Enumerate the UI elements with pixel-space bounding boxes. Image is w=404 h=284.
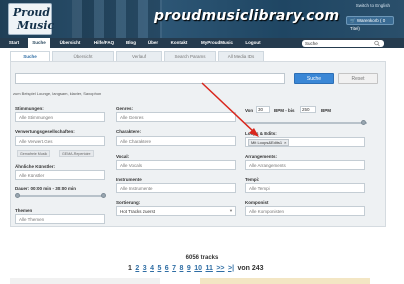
arrangements-field[interactable]: Alle Arrangements: [245, 160, 365, 170]
header-photo-collage: [72, 0, 162, 38]
bpm-from-input[interactable]: 30: [256, 106, 270, 113]
tab-verlauf[interactable]: Verlauf: [116, 51, 162, 61]
instrumente-label: Instrumente: [116, 177, 142, 182]
page-link-3[interactable]: 3: [143, 265, 147, 272]
logo-line2: Music: [17, 19, 55, 32]
track-count: 6056 tracks: [185, 255, 219, 261]
footer-strip-right: [200, 278, 370, 284]
tempi-field[interactable]: Alle Tempi: [245, 183, 365, 193]
sortierung-label: Sortierung:: [116, 200, 141, 205]
nav-item-start[interactable]: Start: [3, 38, 25, 48]
bpm-slider[interactable]: [245, 122, 367, 124]
bpm-unit-label: BPM: [321, 108, 331, 113]
close-icon[interactable]: ×: [284, 140, 286, 145]
komponist-label: Komponist: [245, 200, 269, 205]
tab-search-params[interactable]: Search Params: [164, 51, 216, 61]
loops-tag-label: Mit Loops&Edits1: [251, 140, 283, 145]
themen-field[interactable]: Alle Themen: [15, 214, 105, 224]
sortierung-select[interactable]: Hot Tracks zuerst: [116, 206, 236, 216]
page-next-link[interactable]: >>: [216, 265, 224, 272]
page-link-8[interactable]: 8: [180, 265, 184, 272]
search-example-hint: zum Beispiel Lounge, langsam, klavier, S…: [13, 91, 102, 96]
page-last-link[interactable]: >|: [228, 265, 234, 272]
nav-item-suche[interactable]: Suche: [28, 38, 50, 48]
page-link-6[interactable]: 6: [165, 265, 169, 272]
magnifier-icon[interactable]: [373, 40, 381, 47]
bpm-von-label: Von: [245, 108, 254, 113]
charaktere-field[interactable]: Alle Charaktere: [116, 136, 236, 146]
site-name: proudmusiclibrary.com: [154, 8, 340, 24]
nav-item-kontakt[interactable]: Kontakt: [166, 38, 192, 48]
komponist-field[interactable]: Alle Komponisten: [245, 206, 365, 216]
page-link-5[interactable]: 5: [157, 265, 161, 272]
language-switch-link[interactable]: Switch to English: [356, 3, 390, 8]
kuenstler-field[interactable]: Alle Künstler: [15, 170, 105, 180]
nav-item-hilfe[interactable]: Hilfe/FAQ: [90, 38, 118, 48]
stimmungen-label: Stimmungen:: [15, 106, 44, 111]
tempi-label: Tempi:: [245, 177, 260, 182]
nav-item-logout[interactable]: Logout: [242, 38, 264, 48]
nav-item-uebersicht[interactable]: Übersicht: [55, 38, 85, 48]
reset-button[interactable]: Reset: [338, 73, 378, 84]
page-total: von 243: [237, 265, 264, 272]
arrangements-label: Arrangements:: [245, 154, 278, 159]
nav-item-ueber[interactable]: Über: [144, 38, 162, 48]
main-nav: Start Suche Übersicht Hilfe/FAQ Blog Übe…: [0, 38, 404, 48]
nav-item-myproudmusic[interactable]: MyProudMusic: [196, 38, 238, 48]
chip-gemafreie-musik[interactable]: Gemafreie Musik: [17, 150, 51, 157]
cart-button[interactable]: 🛒 Warenkorb ( 0 Titel): [346, 16, 394, 31]
sortierung-value: Hot Tracks zuerst: [120, 209, 156, 214]
themen-label: Themen: [15, 208, 33, 213]
footer-strip-left: [10, 278, 160, 284]
search-tabs: Suche Übersicht Verlauf Search Params Al…: [10, 51, 386, 61]
bpm-to-input[interactable]: 250: [300, 106, 316, 113]
tab-all-media-ids[interactable]: All Media IDs: [218, 51, 264, 61]
genres-field[interactable]: Alle Genres: [116, 112, 236, 122]
loops-label: Loops & Edits:: [245, 131, 277, 136]
tab-suche[interactable]: Suche: [10, 51, 50, 61]
bpm-bis-label: BPM - bis: [274, 108, 295, 113]
site-header: Proud Music proudmusiclibrary.com Switch…: [0, 0, 404, 38]
dauer-slider[interactable]: [17, 195, 105, 197]
search-button[interactable]: Suche: [294, 73, 334, 84]
page-link-9[interactable]: 9: [187, 265, 191, 272]
bpm-slider-handle[interactable]: [361, 120, 366, 125]
page-link-1[interactable]: 1: [128, 265, 132, 272]
logo-line1: Proud: [13, 6, 51, 19]
nav-search-input[interactable]: Suche: [302, 39, 384, 47]
chevron-down-icon[interactable]: ▼: [229, 208, 233, 213]
stimmungen-field[interactable]: Alle Stimmungen: [15, 112, 105, 122]
pagination: 1 2 3 4 5 6 7 8 9 10 11 >> >| von 243: [128, 265, 264, 275]
page-link-11[interactable]: 11: [205, 265, 212, 272]
cart-icon: 🛒: [350, 18, 356, 23]
loops-tag[interactable]: Mit Loops&Edits1 ×: [248, 139, 290, 146]
dauer-label: Dauer: 00:00 min - 30:00 min: [15, 186, 77, 191]
page-link-7[interactable]: 7: [172, 265, 176, 272]
genres-label: Genres:: [116, 106, 134, 111]
verwertung-label: Verwertungsgesellschaften:: [15, 129, 75, 134]
page-link-10[interactable]: 10: [194, 265, 202, 272]
chip-gema-repertoire[interactable]: GEMA-Repertoire: [59, 150, 94, 157]
charaktere-label: Charaktere:: [116, 129, 142, 134]
vocal-field[interactable]: Alle Vocals: [116, 160, 236, 170]
page-link-4[interactable]: 4: [150, 265, 154, 272]
dauer-slider-min-handle[interactable]: [15, 193, 20, 198]
nav-item-blog[interactable]: Blog: [122, 38, 140, 48]
kuenstler-label: Ähnliche Künstler:: [15, 164, 56, 169]
page-link-2[interactable]: 2: [135, 265, 139, 272]
keyword-search-input[interactable]: [15, 73, 285, 84]
vocal-label: Vocal:: [116, 154, 130, 159]
site-logo[interactable]: Proud Music: [8, 3, 55, 35]
cart-label: Warenkorb ( 0 Titel): [350, 18, 386, 31]
instrumente-field[interactable]: Alle Instrumente: [116, 183, 236, 193]
dauer-slider-max-handle[interactable]: [101, 193, 106, 198]
tab-uebersicht[interactable]: Übersicht: [52, 51, 114, 61]
verwertung-field[interactable]: Alle Verwert.Ges: [15, 136, 105, 146]
search-panel: Suche Reset zum Beispiel Lounge, langsam…: [10, 61, 386, 227]
